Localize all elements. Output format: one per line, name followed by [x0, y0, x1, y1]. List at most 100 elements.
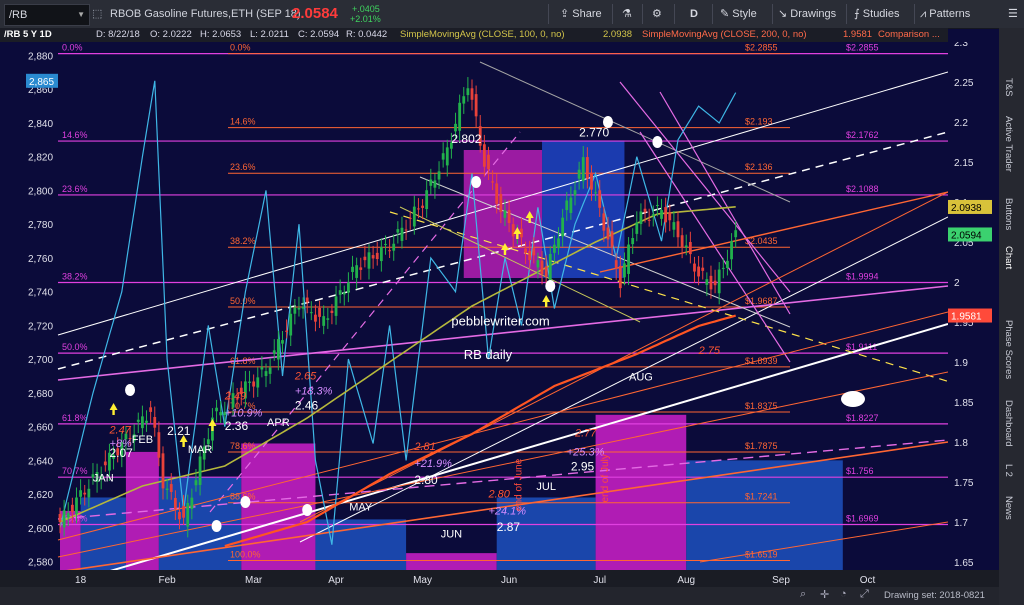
fib-value-left-33: $1.756 [846, 466, 874, 476]
candle-body-142 [157, 432, 161, 458]
candle-body-398 [684, 245, 688, 248]
fib-pct-left-23: 38.2% [62, 271, 88, 281]
candle-body-198 [272, 350, 276, 354]
studies-button[interactable]: ⨍ Studies [854, 0, 900, 28]
candle-body-246 [371, 255, 375, 259]
annotation-460: 2.36 [225, 419, 249, 433]
info-sma200: SimpleMovingAvg (CLOSE, 200, 0, no) [642, 29, 807, 40]
candle-body-360 [606, 227, 610, 240]
arrow-up-stem-445 [544, 302, 548, 307]
candle-body-358 [602, 213, 606, 231]
interval-button[interactable]: D [690, 0, 698, 28]
candle-body-116 [103, 461, 107, 466]
candle-body-254 [388, 250, 391, 252]
candle-body-158 [190, 497, 194, 509]
status-icon-magnifier[interactable]: ⌕ [800, 588, 806, 601]
side-tab-2[interactable]: Active Trader [1003, 116, 1014, 172]
pivot-marker-430 [211, 520, 222, 532]
candle-body-344 [573, 190, 577, 196]
candle-body-324 [532, 248, 536, 256]
info-sma100: SimpleMovingAvg (CLOSE, 100, 0, no) [400, 29, 565, 40]
candle-body-312 [507, 210, 511, 223]
candle-body-160 [194, 480, 198, 486]
candle-body-290 [462, 96, 466, 104]
candle-body-232 [342, 292, 346, 295]
pivot-marker-423 [125, 384, 136, 396]
left-axis-tick-490: 2,680 [28, 389, 53, 400]
candle-body-348 [581, 157, 585, 182]
status-icon-expand[interactable]: ⤢ [860, 588, 869, 601]
right-axis-tick-510: 1.75 [954, 478, 974, 489]
flask-icon[interactable]: ⚗ [622, 0, 632, 28]
month-label-452: JUL [536, 481, 556, 493]
more-menu-icon[interactable]: ☰ [1008, 0, 1018, 28]
patterns-button[interactable]: ⩘ Patterns [920, 0, 970, 28]
left-axis-tick-480: 2,880 [28, 51, 53, 62]
side-tab-5[interactable]: Phase Scores [1003, 320, 1014, 379]
side-tab-1[interactable]: T&S [1003, 78, 1014, 96]
fib-pct-right-47: 23.6% [230, 162, 256, 172]
pivot-marker-424 [471, 176, 482, 188]
candle-body-350 [585, 157, 589, 179]
chart-plot-area[interactable]: 0.0% $2.2855 14.6% $2.1762 23.6% $2.1088 38.2%… [0, 42, 951, 586]
fib-pct-left-14: 0.0% [62, 43, 83, 53]
info-close: C: 2.0594 [298, 29, 340, 40]
side-tab-7[interactable]: L 2 [1003, 464, 1014, 477]
drawings-button[interactable]: ↘ Drawings [778, 0, 836, 28]
candle-body-140 [153, 416, 157, 428]
side-tab-4[interactable]: Chart [1003, 246, 1014, 269]
side-tab-3[interactable]: Buttons [1003, 198, 1014, 230]
candle-body-414 [717, 269, 721, 294]
candle-body-234 [347, 282, 350, 293]
annotation-470: +13.3% [295, 386, 333, 398]
candle-body-390 [668, 212, 672, 221]
candle-body-206 [289, 313, 293, 336]
candle-body-338 [561, 217, 565, 237]
annotation-466: 2.47 [108, 424, 131, 436]
fib-value-right-63: $1.7875 [745, 441, 778, 451]
candle-body-280 [441, 153, 445, 160]
arrow-up-stem-439 [503, 250, 507, 255]
candle-body-240 [359, 267, 363, 270]
candle-body-210 [297, 307, 301, 310]
style-button[interactable]: ✎ Style [720, 0, 757, 28]
candle-body-342 [569, 197, 573, 213]
candle-body-320 [524, 248, 527, 253]
fib-value-left-15: $2.2855 [846, 43, 879, 53]
price-axis[interactable]: 2.32.252.22.152.12.0521.951.91.851.81.75… [948, 38, 999, 570]
symbol-box[interactable]: /RB ▼ [4, 4, 90, 26]
candle-body-150 [173, 497, 177, 509]
candle-body-132 [136, 419, 140, 422]
symbol-input: /RB [9, 9, 28, 21]
gear-icon[interactable]: ⚙ [652, 0, 662, 28]
candle-body-384 [656, 204, 659, 206]
candle-body-416 [721, 267, 725, 269]
fib-pct-left-29: 61.8% [62, 413, 88, 423]
side-tab-6[interactable]: Dashboard [1003, 400, 1014, 446]
info-comparison[interactable]: Comparison ... [878, 28, 940, 42]
right-axis-tick-505: 2 [954, 278, 960, 289]
candle-body-354 [594, 192, 597, 194]
status-icon-crosshair[interactable]: ✛ [820, 588, 829, 601]
pivot-marker-429 [240, 496, 251, 508]
annotation-469: 2.65 [294, 370, 317, 382]
candle-body-412 [713, 280, 717, 286]
candle-body-300 [482, 144, 486, 167]
price-chart[interactable]: 0.0% $2.2855 14.6% $2.1762 23.6% $2.1088 38.2%… [0, 42, 951, 586]
candle-body-304 [491, 181, 494, 183]
candle-body-408 [705, 279, 709, 285]
time-axis[interactable]: 18 Feb Mar Apr May Jun Jul Aug Sep Oct [0, 570, 999, 587]
side-tab-8[interactable]: News [1003, 496, 1014, 520]
status-icon-lock[interactable]: ◔ [840, 588, 847, 600]
watchlist-icon[interactable]: ⬚ [92, 0, 102, 28]
drawing-set-label[interactable]: Drawing set: 2018-0821 [884, 590, 985, 601]
candle-body-270 [421, 205, 424, 208]
candle-body-238 [355, 265, 359, 278]
share-button[interactable]: ⇪ Share [560, 0, 602, 28]
candle-body-144 [161, 453, 165, 489]
candle-body-400 [688, 242, 692, 255]
candle-body-308 [499, 194, 503, 212]
candle-body-340 [565, 200, 569, 211]
candle-body-204 [285, 330, 288, 332]
candle-body-376 [639, 211, 643, 225]
